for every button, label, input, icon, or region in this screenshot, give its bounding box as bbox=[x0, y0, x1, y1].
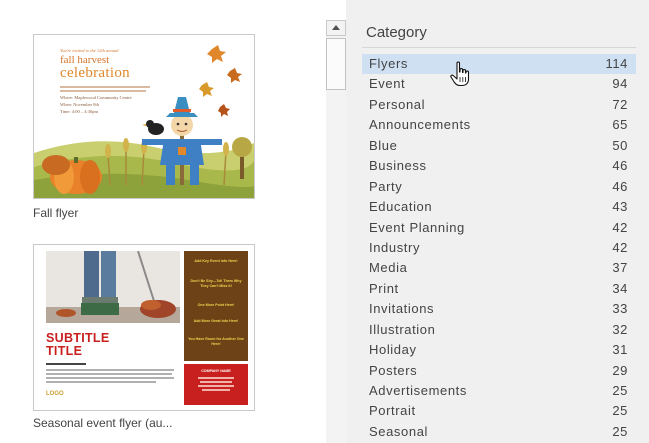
category-name: Portrait bbox=[369, 403, 416, 419]
category-item-education[interactable]: Education 43 bbox=[362, 197, 636, 217]
category-name: Business bbox=[369, 158, 427, 174]
category-item-portrait[interactable]: Portrait 25 bbox=[362, 401, 636, 421]
category-count: 25 bbox=[612, 383, 628, 398]
category-item-flyers[interactable]: Flyers 114 bbox=[362, 54, 636, 75]
flyer-logo: LOGO bbox=[46, 391, 64, 397]
category-item-invitations[interactable]: Invitations 33 bbox=[362, 299, 636, 319]
flyer-contact-line bbox=[200, 381, 232, 383]
category-name: Illustration bbox=[369, 321, 436, 337]
scrollbar-thumb[interactable] bbox=[326, 38, 346, 90]
flyer-contact-line bbox=[198, 377, 234, 379]
category-count: 72 bbox=[612, 96, 628, 112]
category-name: Media bbox=[369, 260, 408, 276]
category-name: Posters bbox=[369, 362, 418, 378]
flyer-photo bbox=[46, 251, 180, 323]
category-header: Category bbox=[366, 24, 427, 41]
template-thumbnail-seasonal-event-flyer[interactable]: SUBTITLE TITLE LOGO Add Key Event Info H… bbox=[33, 244, 255, 411]
category-count: 65 bbox=[612, 117, 628, 133]
category-name: Event bbox=[369, 76, 406, 92]
category-count: 43 bbox=[612, 199, 628, 215]
category-count: 37 bbox=[612, 260, 628, 276]
template-thumbnail-fall-flyer[interactable]: You're invited to the 12th annual fall h… bbox=[33, 34, 255, 199]
category-item-blue[interactable]: Blue 50 bbox=[362, 136, 636, 156]
category-count: 46 bbox=[612, 178, 628, 194]
category-name: Personal bbox=[369, 96, 426, 112]
category-name: Announcements bbox=[369, 117, 471, 133]
flyer-body-line bbox=[46, 377, 174, 379]
flyer-sidebar-text: You Have Room for Another One Here! bbox=[188, 337, 244, 346]
category-item-event[interactable]: Event 94 bbox=[362, 74, 636, 94]
template-gallery: You're invited to the 12th annual fall h… bbox=[0, 0, 325, 443]
category-count: 94 bbox=[612, 76, 628, 92]
template-label: Seasonal event flyer (au... bbox=[33, 416, 173, 430]
category-item-party[interactable]: Party 46 bbox=[362, 177, 636, 197]
category-item-advertisements[interactable]: Advertisements 25 bbox=[362, 381, 636, 401]
category-name: Flyers bbox=[369, 56, 408, 71]
flyer-sidebar-text: Add Key Event Info Here! bbox=[194, 259, 238, 263]
flyer-title: TITLE bbox=[46, 344, 83, 358]
category-item-print[interactable]: Print 34 bbox=[362, 279, 636, 299]
flyer-company-name: COMPANY NAME bbox=[201, 369, 231, 373]
category-count: 25 bbox=[612, 423, 628, 439]
category-count: 50 bbox=[612, 137, 628, 153]
category-item-holiday[interactable]: Holiday 31 bbox=[362, 340, 636, 360]
category-count: 25 bbox=[612, 403, 628, 419]
category-count: 42 bbox=[612, 219, 628, 235]
category-name: Education bbox=[369, 199, 433, 215]
flyer-body-line bbox=[46, 369, 174, 371]
category-name: Seasonal bbox=[369, 423, 429, 439]
harvest-illustration bbox=[34, 45, 254, 198]
category-item-media[interactable]: Media 37 bbox=[362, 258, 636, 278]
category-item-announcements[interactable]: Announcements 65 bbox=[362, 115, 636, 135]
category-count: 32 bbox=[612, 321, 628, 337]
category-item-event-planning[interactable]: Event Planning 42 bbox=[362, 218, 636, 238]
category-name: Industry bbox=[369, 239, 421, 255]
category-item-business[interactable]: Business 46 bbox=[362, 156, 636, 176]
category-count: 33 bbox=[612, 301, 628, 317]
template-label: Fall flyer bbox=[33, 206, 79, 220]
photo-illustration bbox=[46, 251, 180, 323]
category-count: 34 bbox=[612, 280, 628, 296]
flyer-body-line bbox=[46, 373, 172, 375]
flyer-sidebar-text: One More Point Here! bbox=[197, 303, 235, 307]
flyer-sidebar-text: Don't Be Shy—Tell Them Why They Can't Mi… bbox=[190, 279, 242, 288]
category-item-personal[interactable]: Personal 72 bbox=[362, 95, 636, 115]
category-count: 46 bbox=[612, 158, 628, 174]
category-name: Invitations bbox=[369, 301, 435, 317]
category-name: Holiday bbox=[369, 342, 417, 358]
category-divider bbox=[362, 47, 636, 48]
category-count: 29 bbox=[612, 362, 628, 378]
category-item-illustration[interactable]: Illustration 32 bbox=[362, 320, 636, 340]
flyer-body-line bbox=[46, 381, 156, 383]
category-count: 114 bbox=[605, 56, 628, 71]
category-item-seasonal[interactable]: Seasonal 25 bbox=[362, 422, 636, 442]
category-name: Party bbox=[369, 178, 403, 194]
flyer-contact-line bbox=[202, 389, 230, 391]
category-item-industry[interactable]: Industry 42 bbox=[362, 238, 636, 258]
scroll-up-button[interactable] bbox=[326, 20, 346, 36]
category-name: Print bbox=[369, 280, 399, 296]
category-name: Event Planning bbox=[369, 219, 465, 235]
flyer-heading-line bbox=[46, 363, 86, 365]
category-name: Blue bbox=[369, 137, 398, 153]
category-item-posters[interactable]: Posters 29 bbox=[362, 361, 636, 381]
flyer-contact-line bbox=[198, 385, 234, 387]
flyer-subtitle: SUBTITLE bbox=[46, 331, 110, 345]
category-list: Flyers 114 Event 94 Personal 72 Announcemen… bbox=[362, 54, 636, 442]
category-count: 31 bbox=[612, 342, 628, 358]
category-count: 42 bbox=[612, 239, 628, 255]
hand-pointer-icon bbox=[450, 61, 470, 87]
category-name: Advertisements bbox=[369, 383, 467, 398]
flyer-sidebar-text: Add More Great Info Here! bbox=[193, 319, 239, 323]
